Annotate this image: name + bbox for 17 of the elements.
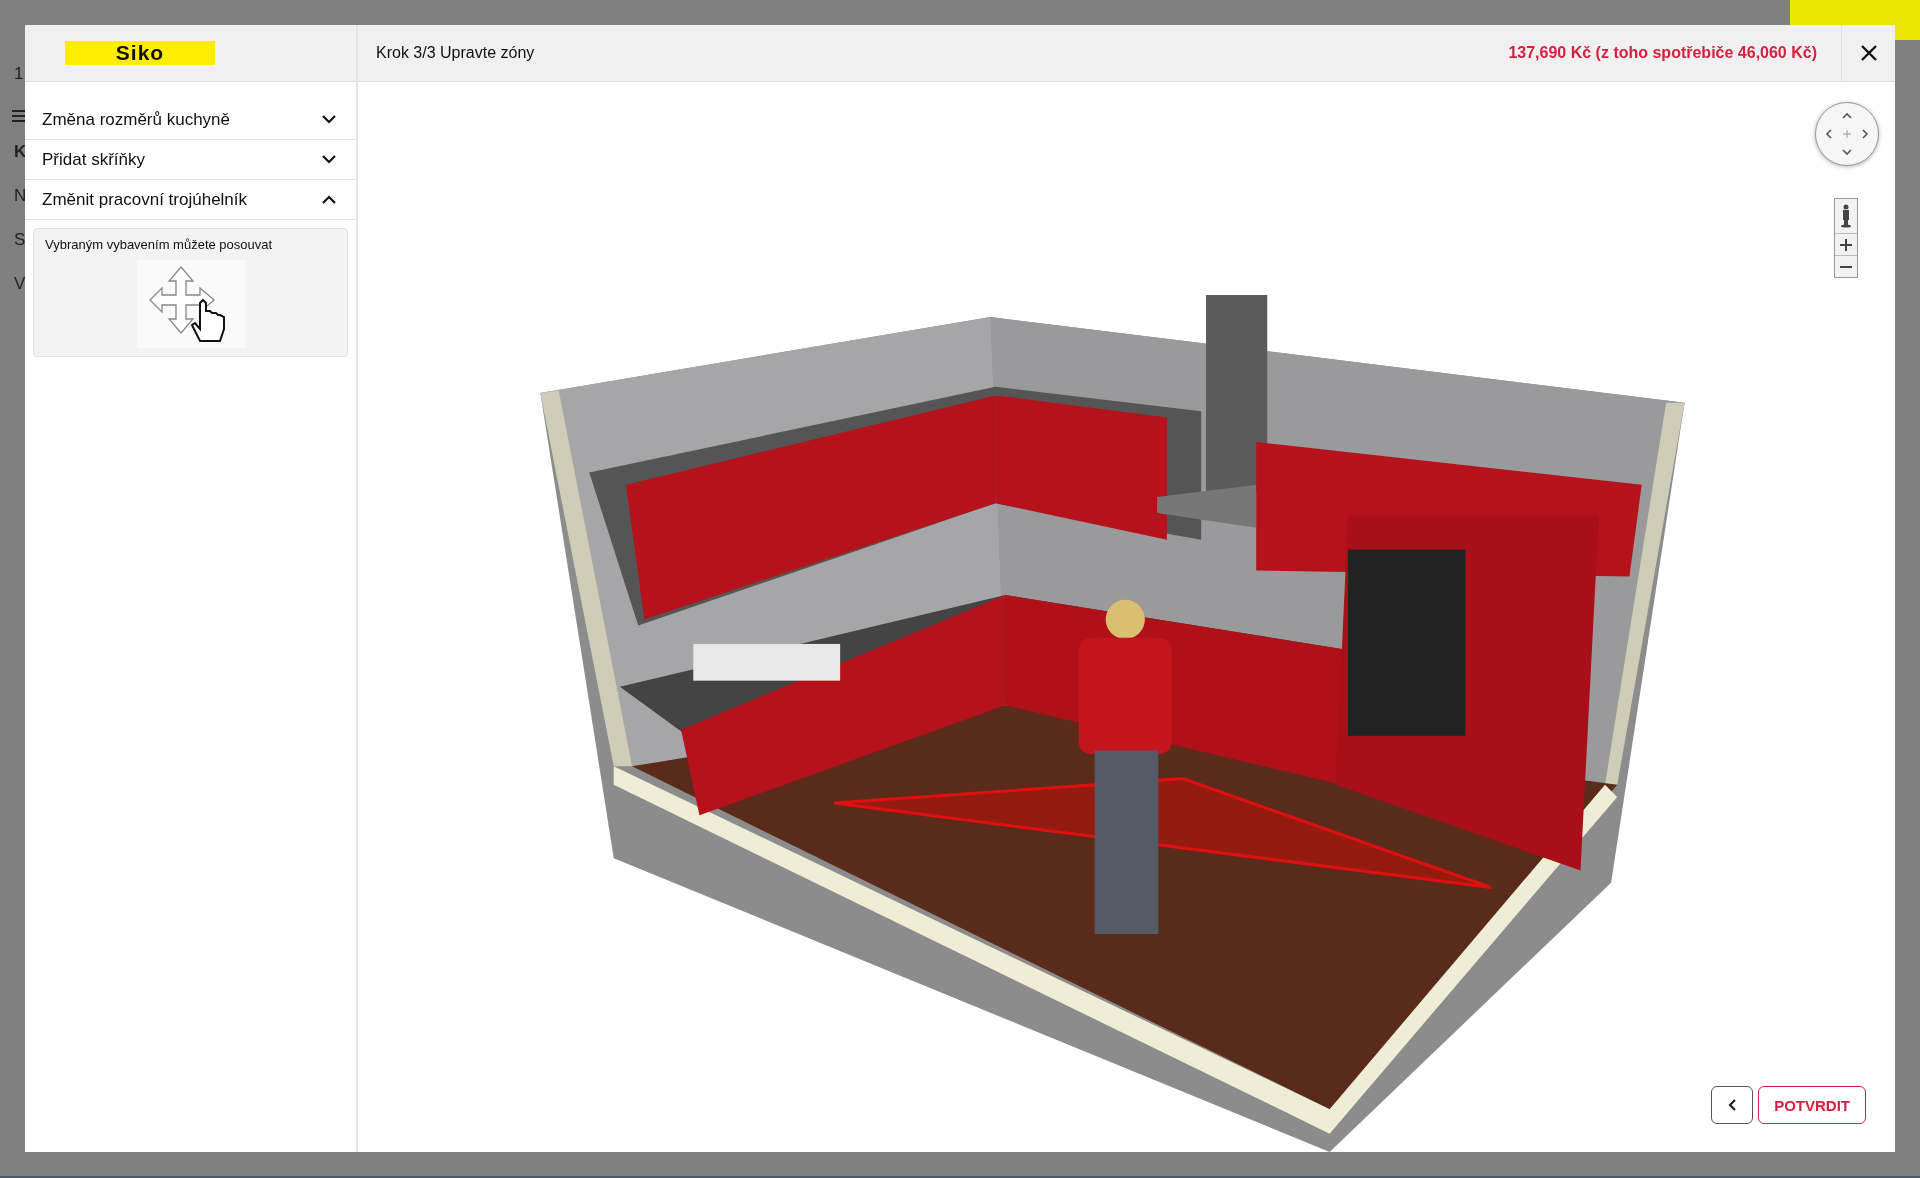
chevron-down-icon bbox=[322, 115, 336, 124]
hint-text: Vybraným vybavením můžete posouvat bbox=[45, 237, 273, 252]
pan-control[interactable] bbox=[1815, 102, 1879, 166]
menu-icon[interactable] bbox=[12, 110, 26, 122]
person-icon bbox=[1841, 204, 1851, 228]
chevron-down-icon bbox=[322, 155, 336, 164]
chevron-left-icon bbox=[1728, 1099, 1737, 1111]
minus-icon bbox=[1840, 265, 1852, 268]
confirm-button[interactable]: POTVRDIT bbox=[1758, 1086, 1866, 1124]
pan-arrows-icon bbox=[1825, 112, 1869, 156]
price-total: 137,690 Kč (z toho spotřebiče 46,060 Kč) bbox=[1508, 44, 1817, 62]
step-title: Krok 3/3 Upravte zóny bbox=[376, 44, 536, 62]
close-icon bbox=[1860, 45, 1877, 61]
back-button[interactable] bbox=[1711, 1086, 1754, 1124]
plus-icon bbox=[1840, 238, 1852, 251]
chevron-up-icon bbox=[322, 195, 336, 204]
logo: Siko bbox=[65, 41, 215, 65]
